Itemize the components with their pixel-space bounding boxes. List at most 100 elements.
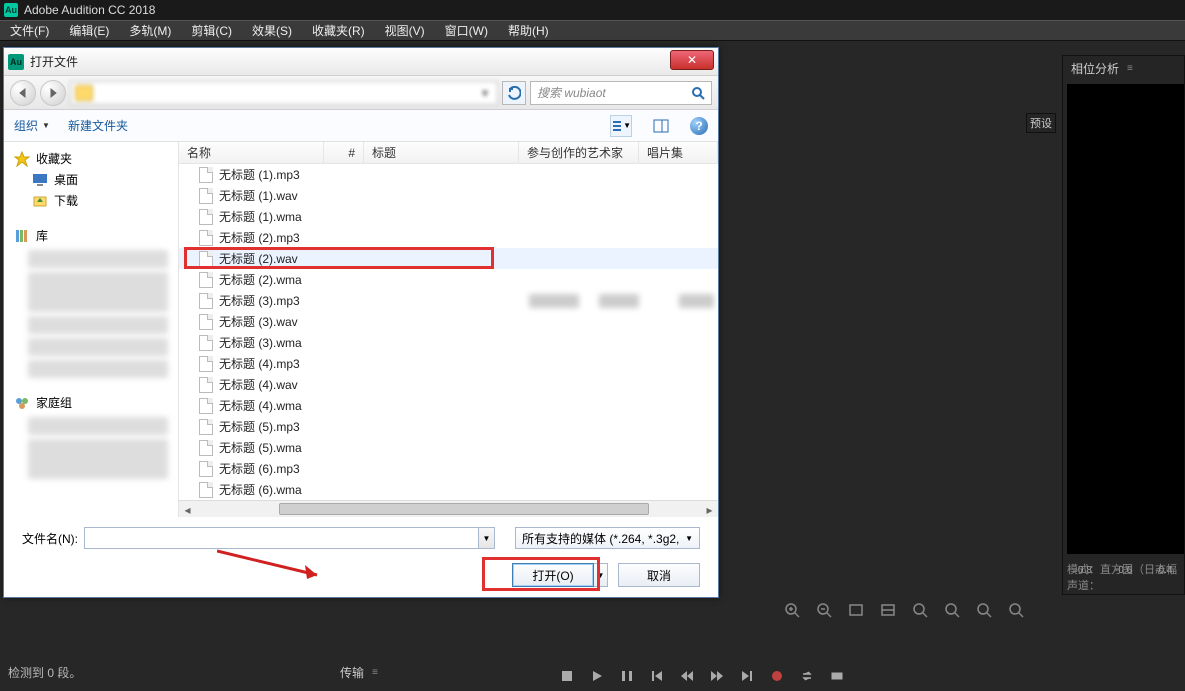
col-album[interactable]: 唱片集 (639, 142, 718, 163)
file-icon (199, 314, 213, 330)
col-number[interactable]: # (324, 142, 364, 163)
file-icon (199, 293, 213, 309)
file-row[interactable]: 无标题 (3).wav (179, 311, 718, 332)
menu-window[interactable]: 窗口(W) (435, 22, 498, 39)
file-row[interactable]: 无标题 (6).mp3 (179, 458, 718, 479)
forward-icon[interactable] (710, 669, 724, 683)
menu-clip[interactable]: 剪辑(C) (181, 22, 242, 39)
nav-forward-button[interactable] (40, 80, 66, 106)
filetype-select[interactable]: 所有支持的媒体 (*.264, *.3g2,▼ (515, 527, 700, 549)
file-row[interactable]: 无标题 (5).mp3 (179, 416, 718, 437)
col-title[interactable]: 标题 (364, 142, 519, 163)
panel-menu-icon[interactable]: ≡ (1127, 63, 1133, 74)
organize-button[interactable]: 组织▼ (14, 117, 50, 134)
nav-back-button[interactable] (10, 80, 36, 106)
zoom-out-amp-icon[interactable] (1007, 601, 1025, 619)
app-logo-icon: Au (4, 3, 18, 17)
file-row[interactable]: 无标题 (2).wav (179, 248, 718, 269)
phase-mode-value[interactable]: 直方图（日志幅 (1100, 564, 1177, 576)
stop-icon[interactable] (560, 669, 574, 683)
preview-pane-button[interactable] (650, 115, 672, 137)
file-icon (199, 461, 213, 477)
file-icon (199, 209, 213, 225)
close-button[interactable]: ✕ (670, 50, 714, 70)
file-row[interactable]: 无标题 (4).mp3 (179, 353, 718, 374)
sidebar-homegroup[interactable]: 家庭组 (4, 392, 178, 413)
menu-edit[interactable]: 编辑(E) (59, 22, 119, 39)
new-folder-button[interactable]: 新建文件夹 (68, 117, 128, 134)
menu-help[interactable]: 帮助(H) (498, 22, 559, 39)
zoom-sel-icon[interactable] (879, 601, 897, 619)
pause-icon[interactable] (620, 669, 634, 683)
skip-start-icon[interactable] (650, 669, 664, 683)
file-row[interactable]: 无标题 (5).wma (179, 437, 718, 458)
zoom-out-time-icon[interactable] (943, 601, 961, 619)
file-row[interactable]: 无标题 (3).wma (179, 332, 718, 353)
address-breadcrumb[interactable]: ▾ (70, 81, 498, 105)
zoom-full-icon[interactable] (847, 601, 865, 619)
filename-dropdown-button[interactable]: ▼ (479, 527, 495, 549)
rewind-icon[interactable] (680, 669, 694, 683)
skip-end-icon[interactable] (740, 669, 754, 683)
zoom-tool-strip (783, 601, 1025, 619)
sidebar-desktop[interactable]: 桌面 (4, 169, 178, 190)
sidebar-downloads[interactable]: 下载 (4, 190, 178, 211)
search-placeholder: 搜索 wubiaot (537, 84, 606, 101)
menu-effect[interactable]: 效果(S) (242, 22, 302, 39)
file-row[interactable]: 无标题 (1).wma (179, 206, 718, 227)
play-icon[interactable] (590, 669, 604, 683)
transport-menu-icon[interactable]: ≡ (372, 667, 378, 678)
file-name: 无标题 (5).mp3 (219, 418, 300, 435)
preset-button[interactable]: 预设 (1026, 113, 1056, 133)
zoom-in-time-icon[interactable] (911, 601, 929, 619)
file-row[interactable]: 无标题 (4).wma (179, 395, 718, 416)
file-name: 无标题 (2).wav (219, 250, 298, 267)
menu-favorites[interactable]: 收藏夹(R) (302, 22, 375, 39)
search-input[interactable]: 搜索 wubiaot (530, 81, 712, 105)
filename-input[interactable] (84, 527, 479, 549)
libraries-icon (14, 228, 30, 244)
file-icon (199, 230, 213, 246)
homegroup-icon (14, 395, 30, 411)
file-row[interactable]: 无标题 (4).wav (179, 374, 718, 395)
zoom-out-icon[interactable] (815, 601, 833, 619)
file-icon (199, 356, 213, 372)
menu-view[interactable]: 视图(V) (375, 22, 435, 39)
help-icon[interactable]: ? (690, 117, 708, 135)
record-icon[interactable] (770, 669, 784, 683)
transport-label: 传输 (340, 664, 364, 681)
file-row[interactable]: 无标题 (2).mp3 (179, 227, 718, 248)
app-titlebar: Au Adobe Audition CC 2018 (0, 0, 1185, 20)
skip-selection-icon[interactable] (830, 669, 844, 683)
loop-icon[interactable] (800, 669, 814, 683)
file-list-header[interactable]: 名称 # 标题 参与创作的艺术家 唱片集 (179, 142, 718, 164)
dialog-titlebar[interactable]: Au 打开文件 ✕ (4, 48, 718, 76)
col-artist[interactable]: 参与创作的艺术家 (519, 142, 639, 163)
file-row[interactable]: 无标题 (3).mp3 (179, 290, 718, 311)
sidebar-libraries[interactable]: 库 (4, 225, 178, 246)
menu-multitrack[interactable]: 多轨(M) (119, 22, 181, 39)
open-button[interactable]: 打开(O) (512, 563, 594, 587)
dialog-nav-bar: ▾ 搜索 wubiaot (4, 76, 718, 110)
file-row[interactable]: 无标题 (1).wav (179, 185, 718, 206)
zoom-in-amp-icon[interactable] (975, 601, 993, 619)
refresh-button[interactable] (502, 81, 526, 105)
file-name: 无标题 (6).wma (219, 481, 302, 498)
menu-file[interactable]: 文件(F) (0, 22, 59, 39)
cancel-button[interactable]: 取消 (618, 563, 700, 587)
file-row[interactable]: 无标题 (1).mp3 (179, 164, 718, 185)
horizontal-scrollbar[interactable]: ◂▸ (179, 500, 718, 517)
file-name: 无标题 (2).mp3 (219, 229, 300, 246)
sidebar-favorites[interactable]: 收藏夹 (4, 148, 178, 169)
app-menubar[interactable]: 文件(F) 编辑(E) 多轨(M) 剪辑(C) 效果(S) 收藏夹(R) 视图(… (0, 20, 1185, 41)
file-icon (199, 272, 213, 288)
file-row[interactable]: 无标题 (6).wma (179, 479, 718, 500)
file-icon (199, 167, 213, 183)
view-mode-button[interactable]: ▼ (610, 115, 632, 137)
file-row[interactable]: 无标题 (2).wma (179, 269, 718, 290)
phase-mode-label: 模式： (1067, 564, 1100, 576)
file-name: 无标题 (1).wma (219, 208, 302, 225)
open-button-dropdown[interactable]: ▼ (594, 563, 608, 587)
col-name[interactable]: 名称 (179, 142, 324, 163)
zoom-in-icon[interactable] (783, 601, 801, 619)
